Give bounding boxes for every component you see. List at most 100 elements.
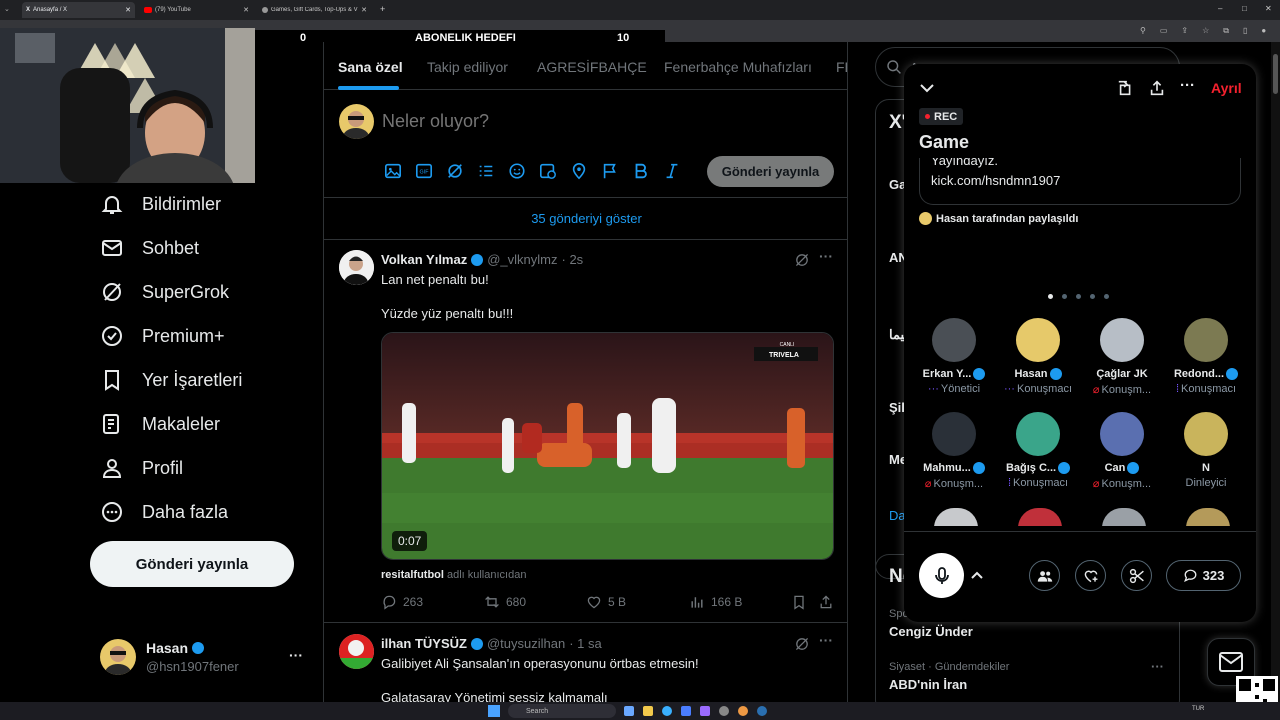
nav-item-supergrok[interactable]: SuperGrok bbox=[100, 272, 229, 312]
comments-button[interactable]: 323 bbox=[1166, 560, 1241, 591]
close-icon[interactable]: ✕ bbox=[361, 6, 367, 14]
trend-title[interactable]: Cengiz Ünder bbox=[889, 624, 973, 639]
account-switcher[interactable]: Hasan @hsn1907fener ··· bbox=[100, 638, 315, 678]
participant[interactable]: N Dinleyici bbox=[1164, 412, 1248, 489]
space-more-icon[interactable]: ··· bbox=[1180, 77, 1195, 94]
chevron-up-icon[interactable] bbox=[970, 569, 984, 581]
bold-icon[interactable] bbox=[632, 162, 650, 180]
grok-icon[interactable] bbox=[794, 636, 810, 652]
reply-button[interactable]: 263 bbox=[381, 594, 423, 610]
cast-icon[interactable]: ▭ bbox=[1160, 26, 1168, 36]
carousel-dot[interactable] bbox=[1090, 294, 1095, 299]
close-icon[interactable]: ✕ bbox=[125, 6, 131, 14]
location-icon[interactable] bbox=[570, 162, 588, 180]
post-button[interactable]: Gönderi yayınla bbox=[90, 541, 294, 587]
close-window-icon[interactable]: ✕ bbox=[1265, 4, 1272, 13]
participant[interactable]: Erkan Y... ··· Yönetici bbox=[912, 318, 996, 395]
trend-item[interactable]: Şil bbox=[889, 400, 905, 415]
extensions-icon[interactable]: ⧉ bbox=[1223, 26, 1229, 36]
trend-title[interactable]: ABD'nin İran bbox=[889, 677, 967, 692]
attribution-user[interactable]: resitalfutbol bbox=[381, 569, 444, 581]
react-button[interactable] bbox=[1075, 560, 1106, 591]
app-icon[interactable] bbox=[624, 706, 634, 716]
zoom-icon[interactable]: ⚲ bbox=[1140, 26, 1146, 36]
participant[interactable]: Çağlar JK ⌀ Konuşm... bbox=[1080, 318, 1164, 396]
browser-tab-x[interactable]: X Anasayfa / X ✕ bbox=[22, 2, 135, 18]
participant[interactable]: Can ⌀ Konuşm... bbox=[1080, 412, 1164, 490]
like-button[interactable]: 5 B bbox=[586, 594, 626, 610]
taskbar-search[interactable]: Search bbox=[508, 704, 616, 718]
tab-takip-ediliyor[interactable]: Takip ediliyor bbox=[427, 59, 508, 75]
leave-space-button[interactable]: Ayrıl bbox=[1211, 80, 1242, 96]
poll-icon[interactable] bbox=[477, 162, 495, 180]
nav-item-profil[interactable]: Profil bbox=[100, 448, 183, 488]
tweet-author-name[interactable]: ilhan TÜYSÜZ bbox=[381, 636, 467, 651]
nav-item-sohbet[interactable]: Sohbet bbox=[100, 228, 199, 268]
show-new-posts-link[interactable]: 35 gönderiyi göster bbox=[324, 198, 847, 240]
star-icon[interactable]: ☆ bbox=[1202, 26, 1209, 36]
pinned-link[interactable]: kick.com/hsndmn1907 bbox=[931, 173, 1060, 188]
windows-start-icon[interactable] bbox=[488, 705, 500, 717]
people-button[interactable] bbox=[1029, 560, 1060, 591]
carousel-dot[interactable] bbox=[1104, 294, 1109, 299]
nav-item-premium[interactable]: Premium+ bbox=[100, 316, 225, 356]
nav-item-more[interactable]: Daha fazla bbox=[100, 492, 228, 532]
emoji-icon[interactable] bbox=[508, 162, 526, 180]
tweet-timestamp[interactable]: · 2s bbox=[562, 252, 584, 267]
participant[interactable]: Redond... ⁞ Konuşmacı bbox=[1164, 318, 1248, 395]
profile-icon[interactable]: ● bbox=[1261, 26, 1266, 36]
pinned-post[interactable]: Yayındayız. kick.com/hsndmn1907 bbox=[919, 158, 1241, 205]
more-options-icon[interactable]: ··· bbox=[289, 647, 303, 663]
browser-tab-games[interactable]: Games, Gift Cards, Top-Ups & V ✕ bbox=[258, 2, 371, 18]
italic-icon[interactable] bbox=[663, 162, 681, 180]
app-icon[interactable] bbox=[738, 706, 748, 716]
tweet[interactable]: Volkan Yılmaz @_vlknylmz · 2s ··· Lan ne… bbox=[324, 240, 847, 623]
grok-icon[interactable] bbox=[446, 162, 464, 180]
share-icon[interactable] bbox=[818, 594, 834, 610]
nav-item-makaleler[interactable]: Makaleler bbox=[100, 404, 220, 444]
app-icon[interactable] bbox=[757, 706, 767, 716]
bookmark-icon[interactable] bbox=[791, 594, 807, 610]
share-icon[interactable] bbox=[1148, 79, 1166, 97]
tab-agresifbahce[interactable]: AGRESİFBAHÇE bbox=[537, 59, 647, 75]
tweet-timestamp[interactable]: · 1 sa bbox=[569, 636, 602, 651]
chevron-down-icon[interactable] bbox=[919, 80, 935, 96]
app-icon[interactable] bbox=[700, 706, 710, 716]
tweet-more-icon[interactable]: ··· bbox=[819, 632, 833, 648]
tweet-author-handle[interactable]: @tuysuzilhan bbox=[487, 636, 565, 651]
tab-fe[interactable]: FE bbox=[836, 59, 847, 75]
compose-input[interactable] bbox=[382, 108, 782, 134]
participant[interactable]: Mahmu... ⌀ Konuşm... bbox=[912, 412, 996, 490]
carousel-dot[interactable] bbox=[1076, 294, 1081, 299]
app-icon[interactable] bbox=[662, 706, 672, 716]
language-indicator[interactable]: TUR bbox=[1192, 706, 1204, 712]
flag-icon[interactable] bbox=[601, 162, 619, 180]
tweet-video[interactable]: TRIVELA CANLI 0:07 bbox=[381, 332, 834, 560]
tab-search-icon[interactable]: ⌄ bbox=[4, 5, 10, 13]
participant[interactable]: Bağış C... ⁞ Konuşmacı bbox=[996, 412, 1080, 489]
maximize-icon[interactable]: □ bbox=[1242, 4, 1247, 13]
microphone-button[interactable] bbox=[919, 553, 964, 598]
app-icon[interactable] bbox=[681, 706, 691, 716]
share-icon[interactable]: ⇪ bbox=[1181, 26, 1188, 36]
nav-item-bookmarks[interactable]: Yer İşaretleri bbox=[100, 360, 242, 400]
app-icon[interactable] bbox=[643, 706, 653, 716]
new-tab-button[interactable]: + bbox=[380, 4, 385, 14]
browser-tab-youtube[interactable]: (79) YouTube ✕ bbox=[140, 2, 253, 18]
image-icon[interactable] bbox=[384, 162, 402, 180]
clip-button[interactable] bbox=[1121, 560, 1152, 591]
compose-post-button[interactable]: Gönderi yayınla bbox=[707, 156, 834, 187]
tweet-author-handle[interactable]: @_vlknylmz bbox=[487, 252, 557, 267]
tweet[interactable]: ilhan TÜYSÜZ @tuysuzilhan · 1 sa ··· Gal… bbox=[324, 624, 847, 702]
tweet-author-name[interactable]: Volkan Yılmaz bbox=[381, 252, 467, 267]
participant[interactable]: Hasan ··· Konuşmacı bbox=[996, 318, 1080, 395]
minimize-icon[interactable]: – bbox=[1218, 4, 1222, 13]
views-button[interactable]: 166 B bbox=[689, 594, 742, 610]
minimize-space-icon[interactable] bbox=[1117, 79, 1135, 97]
tab-sana-ozel[interactable]: Sana özel bbox=[338, 59, 403, 75]
scrollbar-thumb[interactable] bbox=[1273, 54, 1278, 94]
trend-more-icon[interactable]: ··· bbox=[1151, 659, 1164, 674]
tab-fenerbahce-muhafizlari[interactable]: Fenerbahçe Muhafızları bbox=[664, 59, 812, 75]
schedule-icon[interactable] bbox=[539, 162, 557, 180]
repost-button[interactable]: 680 bbox=[484, 594, 526, 610]
